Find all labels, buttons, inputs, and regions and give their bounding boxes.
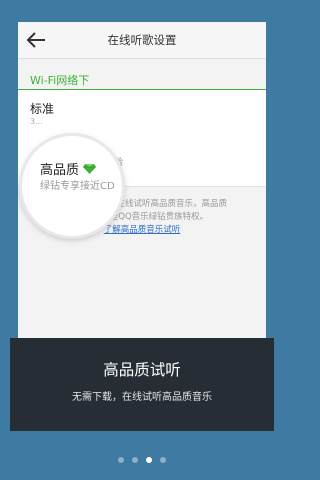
title-bar: 在线听歌设置 xyxy=(18,22,266,59)
page-dot[interactable] xyxy=(160,457,166,463)
section-title: Wi-Fi网络下 xyxy=(30,74,90,87)
option-standard-label: 标准 xyxy=(30,102,55,116)
page-indicator xyxy=(0,457,284,463)
magnifier-callout: 高品质 绿钻专享接近CD xyxy=(22,136,122,236)
page-dot[interactable] xyxy=(132,457,138,463)
magnifier-label-text: 高品质 xyxy=(40,163,80,178)
magnifier-option-desc: 绿钻专享接近CD xyxy=(40,181,115,192)
phone-screen: 在线听歌设置 Wi-Fi网络下 标准 3... 质体验 无需下载，直接在线试听高… xyxy=(18,22,266,367)
page-dot[interactable] xyxy=(146,457,152,463)
option-standard-desc: 3... xyxy=(30,117,43,126)
option-standard[interactable]: 标准 3... xyxy=(18,90,266,137)
diamond-icon xyxy=(83,163,97,178)
overlay-title: 高品质试听 xyxy=(103,361,181,379)
magnifier-option-label: 高品质 xyxy=(40,159,97,178)
page-title: 在线听歌设置 xyxy=(107,33,177,47)
feature-overlay: 高品质试听 无需下载，在线试听高品质音乐 xyxy=(10,338,274,431)
overlay-subtitle: 无需下载，在线试听高品质音乐 xyxy=(72,392,212,403)
page-dot[interactable] xyxy=(118,457,124,463)
